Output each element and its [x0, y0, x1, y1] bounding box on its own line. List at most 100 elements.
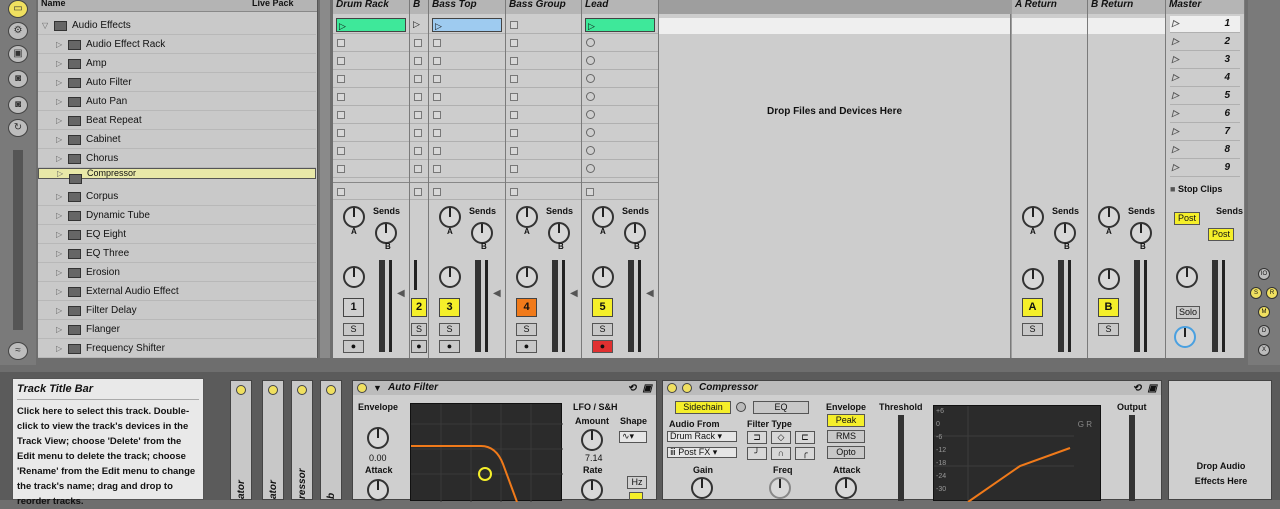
track-activator-button[interactable]: 2 — [411, 298, 427, 317]
plugin-browser-icon[interactable]: ▣ — [8, 45, 28, 63]
scene-play-icon[interactable]: ▷ — [1172, 162, 1179, 173]
device-title-bar[interactable]: ▼ Auto Filter ⟲ ▣ — [353, 381, 656, 395]
clip-slot[interactable] — [506, 34, 581, 52]
stop-button-icon[interactable] — [433, 188, 441, 196]
return-track-a[interactable]: A Return Sends A B A S — [1012, 0, 1088, 358]
clip-stop-icon[interactable] — [414, 147, 422, 155]
opto-button[interactable]: Opto — [827, 446, 865, 459]
clip-stop-icon[interactable] — [433, 93, 441, 101]
clip-stop-icon[interactable] — [433, 111, 441, 119]
filter-lowshelf-button[interactable]: ╯ — [747, 447, 767, 460]
send-b-knob[interactable] — [548, 222, 570, 244]
scene-launch[interactable]: ▷ 4 — [1170, 70, 1240, 87]
expand-arrow-icon[interactable]: ▷ — [56, 187, 62, 206]
clip-slot[interactable] — [333, 124, 409, 142]
audio-clip[interactable]: ▷ — [432, 18, 502, 32]
volume-fader-icon[interactable]: ◀ — [397, 288, 405, 299]
audio-track[interactable]: Bass Top ▷ Sends A B ◀ 3 S ● — [429, 0, 506, 358]
collapsed-device-3[interactable]: ressor — [291, 380, 313, 500]
scene-launch[interactable]: ▷ 7 — [1170, 124, 1240, 141]
scene-play-icon[interactable]: ▷ — [1172, 90, 1179, 101]
clip-slot[interactable] — [410, 160, 428, 178]
clip-play-icon[interactable]: ▷ — [339, 21, 346, 32]
clip-slot[interactable] — [582, 34, 658, 52]
clip-slot[interactable] — [506, 52, 581, 70]
clip-slot[interactable] — [506, 70, 581, 88]
clip-slot[interactable] — [410, 88, 428, 106]
filter-bandpass-button[interactable]: ◇ — [771, 431, 791, 444]
device-browser-icon[interactable]: ⚙ — [8, 22, 28, 40]
track-activator-button[interactable]: 5 — [592, 298, 613, 317]
clip-slot[interactable] — [410, 52, 428, 70]
clip-slot[interactable]: ▷ — [582, 16, 658, 34]
browser-item[interactable]: ▷ Dynamic Tube — [38, 206, 316, 225]
track-title[interactable]: B — [410, 0, 428, 14]
master-track[interactable]: Master ▷ 1 ▷ 2 ▷ 3 ▷ 4 ▷ 5 ▷ 6 ▷ 7 ▷ 8 ▷ 9 ■ Stop Clips S… — [1166, 0, 1245, 358]
hot-swap-icon[interactable]: ⟲ — [1133, 382, 1141, 396]
device-power-icon[interactable] — [667, 383, 677, 393]
clip-slot[interactable]: ▷ — [333, 16, 409, 34]
expand-arrow-icon[interactable]: ▷ — [56, 130, 62, 149]
clip-slot[interactable] — [410, 106, 428, 124]
volume-meter[interactable] — [1212, 260, 1218, 352]
crossfader-toggle-icon[interactable]: X — [1258, 344, 1270, 356]
freq-knob[interactable] — [769, 477, 791, 499]
filter-lowpass-button[interactable]: ⊐ — [747, 431, 767, 444]
clip-slot[interactable] — [429, 106, 505, 124]
clip-stop-icon[interactable] — [433, 57, 441, 65]
send-a-knob[interactable] — [1022, 206, 1044, 228]
send-b-knob[interactable] — [1130, 222, 1152, 244]
clip-stop-icon[interactable] — [337, 93, 345, 101]
browser-item[interactable]: ▷ Corpus — [38, 187, 316, 206]
browser-item[interactable]: ▷ Flanger — [38, 320, 316, 339]
expand-arrow-icon[interactable]: ▷ — [56, 54, 62, 73]
collapsed-device-4[interactable]: b — [320, 380, 342, 500]
arm-button[interactable]: ● — [516, 340, 537, 353]
clip-slot[interactable] — [429, 70, 505, 88]
clip-stop-icon[interactable] — [433, 39, 441, 47]
solo-button[interactable]: S — [592, 323, 613, 336]
send-a-post-button[interactable]: Post — [1174, 212, 1200, 225]
post-fx-selector[interactable]: ⅲ Post FX ▾ — [667, 447, 737, 458]
send-b-knob[interactable] — [471, 222, 493, 244]
scene-play-icon[interactable]: ▷ — [1172, 126, 1179, 137]
clip-record-icon[interactable] — [586, 128, 595, 137]
pan-knob[interactable] — [1176, 266, 1198, 288]
clip-stop-slot[interactable] — [333, 182, 409, 200]
name-column-header[interactable]: Name — [41, 0, 66, 8]
clip-stop-icon[interactable] — [337, 39, 345, 47]
pan-knob[interactable] — [1098, 268, 1120, 290]
clip-slot[interactable] — [506, 106, 581, 124]
clip-record-icon[interactable] — [586, 110, 595, 119]
sidechain-button[interactable]: Sidechain — [675, 401, 731, 414]
clip-slot[interactable] — [429, 88, 505, 106]
device-power-icon[interactable] — [357, 383, 367, 393]
lfo-rate-knob[interactable] — [581, 479, 603, 501]
drop-area[interactable]: Drop Files and Devices Here — [659, 14, 1011, 358]
expand-arrow-icon[interactable]: ▷ — [56, 35, 62, 54]
browser-item[interactable]: ▷ Audio Effect Rack — [38, 35, 316, 54]
solo-button[interactable]: S — [439, 323, 460, 336]
volume-fader-icon[interactable]: ◀ — [646, 288, 654, 299]
sync-button[interactable] — [629, 492, 643, 500]
browser-item[interactable]: ▷ Auto Filter — [38, 73, 316, 92]
clip-slot[interactable] — [333, 88, 409, 106]
clip-slot[interactable] — [506, 88, 581, 106]
clip-stop-icon[interactable] — [510, 147, 518, 155]
device-fold-icon[interactable]: ▼ — [373, 381, 382, 395]
clip-stop-icon[interactable] — [414, 93, 422, 101]
peak-button[interactable]: Peak — [827, 414, 865, 427]
browser-item[interactable]: ▷ Auto Pan — [38, 92, 316, 111]
device-fold-icon[interactable] — [682, 383, 692, 393]
browser-item[interactable]: ▷ Frequency Shifter — [38, 339, 316, 358]
volume-meter[interactable] — [379, 260, 385, 352]
track-title[interactable]: Master — [1166, 0, 1244, 14]
lfo-amount-knob[interactable] — [581, 429, 603, 451]
scene-launch[interactable]: ▷ 6 — [1170, 106, 1240, 123]
clip-slot[interactable]: ▷ — [429, 16, 505, 34]
filter-notch-button[interactable]: ∩ — [771, 447, 791, 460]
clip-stop-icon[interactable] — [510, 57, 518, 65]
expand-arrow-icon[interactable]: ▷ — [56, 73, 62, 92]
volume-fader-icon[interactable]: ◀ — [570, 288, 578, 299]
cue-volume-knob[interactable] — [1174, 326, 1196, 348]
